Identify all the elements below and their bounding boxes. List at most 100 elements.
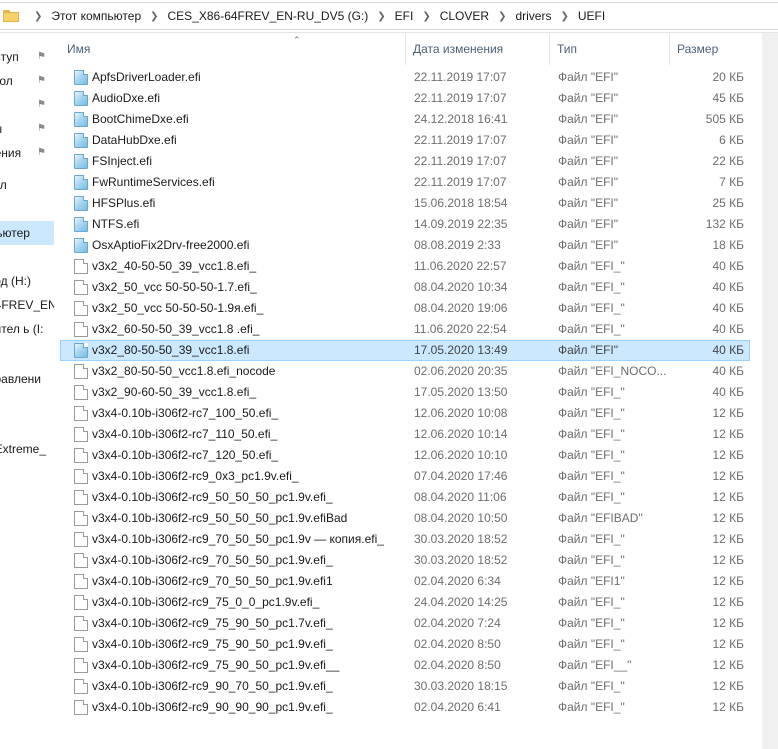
nav-item[interactable]: ты ⚑	[0, 117, 54, 141]
pin-icon[interactable]: ⚑	[37, 147, 46, 158]
nav-item[interactable]: ки	[0, 245, 54, 269]
pin-icon[interactable]: ⚑	[37, 75, 46, 86]
file-row[interactable]: v3x2_80-50-50_vcc1.8.efi_nocode 02.06.202…	[60, 361, 750, 382]
chevron-right-icon[interactable]: ❯	[422, 11, 430, 22]
file-row[interactable]: NTFS.efi 14.09.2019 22:35 Файл "EFI" 132 КБ	[60, 214, 750, 235]
nav-item[interactable]: нения ⚑	[0, 141, 54, 165]
file-name: v3x4-0.10b-i306f2-rc9_75_90_50_pc1.7v.ef…	[92, 616, 333, 630]
file-name: v3x4-0.10b-i306f2-rc9_75_90_50_pc1.9v.ef…	[92, 637, 333, 651]
efi-file-icon	[74, 91, 88, 106]
nav-item[interactable]: 64FREV_EN	[0, 293, 54, 317]
nav-item[interactable]: тол	[0, 173, 54, 197]
file-name: v3x4-0.10b-i306f2-rc9_90_70_50_pc1.9v.ef…	[92, 679, 333, 693]
file-row[interactable]: FwRuntimeServices.efi 22.11.2019 17:07 Фай…	[60, 172, 750, 193]
pin-icon[interactable]: ⚑	[37, 99, 46, 110]
file-date: 02.04.2020 8:50	[414, 637, 501, 651]
file-row[interactable]: v3x2_50_vcc 50-50-50-1.9я.efi_ 08.04.2020…	[60, 298, 750, 319]
file-size: 6 КБ	[719, 133, 744, 147]
file-row[interactable]: v3x4-0.10b-i306f2-rc9_75_90_50_pc1.9v.ef…	[60, 634, 750, 655]
nav-item[interactable]: правлени	[0, 367, 54, 391]
file-row[interactable]: v3x2_80-50-50_39_vcc1.8.efi 17.05.2020 13…	[60, 340, 750, 361]
breadcrumb-item[interactable]: drivers	[515, 9, 551, 23]
file-row[interactable]: ApfsDriverLoader.efi 22.11.2019 17:07 Файл…	[60, 67, 750, 88]
nav-item-label: ты	[0, 117, 2, 141]
file-row[interactable]: HFSPlus.efi 15.06.2018 18:54 Файл "EFI" 25 …	[60, 193, 750, 214]
file-row[interactable]: v3x4-0.10b-i306f2-rc9_90_70_50_pc1.9v.ef…	[60, 676, 750, 697]
file-row[interactable]: v3x2_50_vcc 50-50-50-1.7.efi_ 08.04.2020 …	[60, 277, 750, 298]
file-row[interactable]: v3x2_40-50-50_39_vcc1.8.efi_ 11.06.2020 2…	[60, 256, 750, 277]
column-header-name[interactable]: Имя	[60, 33, 406, 65]
file-type: Файл "EFI"	[558, 217, 619, 231]
nav-item[interactable]: вод (H:)	[0, 269, 54, 293]
file-name: v3x4-0.10b-i306f2-rc7_100_50.efi_	[92, 406, 279, 420]
file-date: 30.03.2020 18:15	[414, 679, 508, 693]
file-name: ApfsDriverLoader.efi	[92, 70, 201, 84]
breadcrumb[interactable]: ❯ Этот компьютер ❯ CES_X86-64FREV_EN-RU_…	[0, 2, 778, 30]
pin-icon[interactable]: ⚑	[37, 123, 46, 134]
file-row[interactable]: v3x4-0.10b-i306f2-rc9_50_50_50_pc1.9v.ef…	[60, 487, 750, 508]
file-type: Файл "EFI_"	[558, 280, 625, 294]
generic-file-icon	[74, 574, 88, 589]
file-row[interactable]: BootChimeDxe.efi 24.12.2018 16:41 Файл "EF…	[60, 109, 750, 130]
breadcrumb-item[interactable]: CES_X86-64FREV_EN-RU_DV5 (G:)	[168, 9, 369, 23]
generic-file-icon	[74, 595, 88, 610]
file-row[interactable]: v3x4-0.10b-i306f2-rc9_75_0_0_pc1.9v.efi_…	[60, 592, 750, 613]
generic-file-icon	[74, 427, 88, 442]
nav-item[interactable]	[0, 391, 54, 415]
file-row[interactable]: v3x4-0.10b-i306f2-rc7_110_50.efi_ 12.06.2…	[60, 424, 750, 445]
generic-file-icon	[74, 658, 88, 673]
file-row[interactable]: DataHubDxe.efi 22.11.2019 17:07 Файл "EFI"…	[60, 130, 750, 151]
column-header-type[interactable]: Тип	[550, 33, 670, 65]
file-row[interactable]: v3x2_60-50-50_39_vcc1.8 .efi_ 11.06.2020 …	[60, 319, 750, 340]
file-row[interactable]: FSInject.efi 22.11.2019 17:07 Файл "EFI" 22…	[60, 151, 750, 172]
file-name: v3x4-0.10b-i306f2-rc9_75_0_0_pc1.9v.efi_	[92, 595, 320, 609]
file-row[interactable]: v3x4-0.10b-i306f2-rc7_100_50.efi_ 12.06.2…	[60, 403, 750, 424]
file-row[interactable]: v3x4-0.10b-i306f2-rc9_70_50_50_pc1.9v.ef…	[60, 550, 750, 571]
nav-item[interactable]: оступ ⚑	[0, 45, 54, 69]
file-row[interactable]: v3x4-0.10b-i306f2-rc9_50_50_50_pc1.9v.ef…	[60, 508, 750, 529]
nav-item[interactable]: пител ь (I:	[0, 317, 54, 341]
file-row[interactable]: v3x4-0.10b-i306f2-rc9_70_50_50_pc1.9v — …	[60, 529, 750, 550]
file-type: Файл "EFI_"	[558, 553, 625, 567]
file-row[interactable]: v3x4-0.10b-i306f2-rc7_120_50.efi_ 12.06.2…	[60, 445, 750, 466]
pin-icon[interactable]: ⚑	[37, 51, 46, 62]
nav-item[interactable]	[0, 197, 54, 221]
breadcrumb-item[interactable]: EFI	[395, 9, 414, 23]
file-row[interactable]: v3x4-0.10b-i306f2-rc9_0x3_pc1.9v.efi_ 07.…	[60, 466, 750, 487]
chevron-right-icon[interactable]: ❯	[560, 11, 568, 22]
nav-item[interactable]: ⚑	[0, 93, 54, 117]
file-row[interactable]: AudioDxe.efi 22.11.2019 17:07 Файл "EFI" 45…	[60, 88, 750, 109]
file-type: Файл "EFI_"	[558, 679, 625, 693]
nav-item[interactable]: _Extreme_	[0, 437, 54, 461]
file-row[interactable]: v3x4-0.10b-i306f2-rc9_70_50_50_pc1.9v.ef…	[60, 571, 750, 592]
file-size: 45 КБ	[712, 91, 744, 105]
chevron-right-icon[interactable]: ❯	[377, 11, 385, 22]
column-header-date[interactable]: Дата изменения	[406, 33, 550, 65]
file-row[interactable]: v3x4-0.10b-i306f2-rc9_75_90_50_pc1.7v.ef…	[60, 613, 750, 634]
chevron-right-icon[interactable]: ❯	[150, 11, 158, 22]
nav-item[interactable]: стол ⚑	[0, 69, 54, 93]
generic-file-icon	[74, 406, 88, 421]
file-type: Файл "EFIBAD"	[558, 511, 643, 525]
chevron-right-icon[interactable]: ❯	[498, 11, 506, 22]
file-row[interactable]: v3x4-0.10b-i306f2-rc9_90_90_90_pc1.9v.ef…	[60, 697, 750, 718]
nav-item[interactable]	[0, 415, 54, 439]
file-size: 12 КБ	[712, 532, 744, 546]
breadcrumb-item[interactable]: UEFI	[578, 9, 605, 23]
vertical-scrollbar[interactable]	[762, 33, 778, 749]
breadcrumb-item[interactable]: CLOVER	[440, 9, 489, 23]
generic-file-icon	[74, 700, 88, 715]
breadcrumb-item[interactable]: Этот компьютер	[51, 9, 141, 23]
generic-file-icon	[74, 532, 88, 547]
nav-item[interactable]	[0, 341, 54, 365]
chevron-right-icon[interactable]: ❯	[34, 11, 42, 22]
file-row[interactable]: v3x2_90-60-50_39_vcc1.8.efi_ 17.05.2020 1…	[60, 382, 750, 403]
file-row[interactable]: v3x4-0.10b-i306f2-rc9_75_90_50_pc1.9v.ef…	[60, 655, 750, 676]
column-header-size[interactable]: Размер	[670, 33, 764, 65]
file-row[interactable]: OsxAptioFix2Drv-free2000.efi 08.08.2019 2…	[60, 235, 750, 256]
nav-item[interactable]: мьютер	[0, 221, 54, 245]
file-date: 11.06.2020 22:54	[414, 322, 507, 336]
file-type: Файл "EFI_"	[558, 469, 625, 483]
file-name: HFSPlus.efi	[92, 196, 156, 210]
file-size: 12 КБ	[712, 637, 744, 651]
